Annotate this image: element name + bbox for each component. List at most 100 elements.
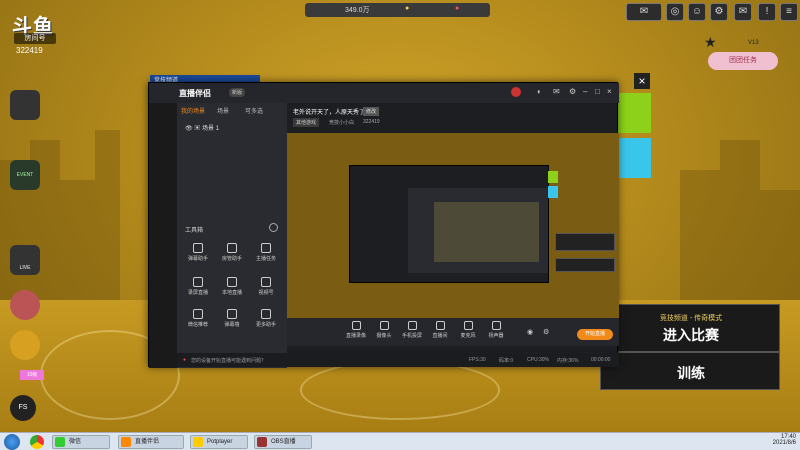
mic-icon [463,321,473,330]
record-icon [193,277,203,287]
app-brand: 直播伴侣 [179,89,211,98]
live-camera-icon[interactable]: LIVE [10,245,40,275]
coin-icon: ● [405,5,410,12]
tool-label: 更多助手 [255,322,276,328]
ctrl-room[interactable]: 直播间 [427,321,453,339]
start-live-button[interactable]: 开始直播 [577,329,613,340]
settings-ring-icon[interactable]: ◎ [666,3,684,21]
rank-badge-icon[interactable] [10,330,40,360]
ctrl-record[interactable]: 直播录像 [343,321,369,339]
scene-item[interactable]: 👁 ▣ 场景 1 [185,123,219,132]
tab-multi[interactable]: 可多选 [245,106,263,115]
event-icon[interactable]: EVENT [10,160,40,190]
cyan-panel [618,138,651,178]
scene-tabs: 我的场景 场景 可多选 [177,103,287,117]
stat-memory: 内存:36% [557,358,579,364]
mail-icon[interactable]: ✉ [553,87,560,96]
ctrl-mic[interactable]: 麦克风 [455,321,481,339]
tool-wechat[interactable]: 微信推荐 [183,307,213,333]
ctrl-phone[interactable]: 手机投屏 [399,321,425,339]
video-icon [261,277,271,287]
menu-icon[interactable]: ≡ [780,3,798,21]
fs-icon[interactable]: FS [10,395,36,421]
task-icon [261,243,271,253]
avatar[interactable] [511,87,521,97]
tips-icon[interactable]: ! [758,3,776,21]
gear-icon[interactable]: ⚙ [710,3,728,21]
preview-train-panel [555,258,615,272]
tool-danmaku[interactable]: 弹幕助手 [183,241,213,267]
tool-label: 房管助手 [221,256,242,262]
status-message[interactable]: 您的设备开始直播可能遇到问题？ [191,357,266,364]
tool-record[interactable]: 录屏直播 [183,275,213,301]
preview-game-art [497,163,557,193]
status-bar: ● 您的设备开始直播可能遇到问题？ FPS:30 码率:0 CPU:30% 内存… [177,353,619,367]
tool-video[interactable]: 视频号 [251,275,281,301]
match-subtitle: 竞技频道 - 传奇模式 [659,315,723,322]
ctrl-speaker[interactable]: 扬声器 [483,321,509,339]
toolbox-toggle-icon[interactable] [269,223,278,232]
window-titlebar: 直播伴侣 新版 ◐ ✉ ⚙ – □ × [149,83,619,103]
phone-icon [407,321,417,330]
eye-icon[interactable]: ◉ [527,328,533,336]
live-preview[interactable] [287,133,619,318]
ctrl-label: 直播间 [432,333,448,339]
taskbar-item-obs[interactable]: OBS直播 [254,435,312,449]
tool-admin[interactable]: 房管助手 [217,241,247,267]
live-assistant-window: 直播伴侣 新版 ◐ ✉ ⚙ – □ × 我的场景 场景 可多选 👁 ▣ 场景 1… [148,82,619,368]
potplayer-icon [193,437,203,447]
danmaku-icon [193,243,203,253]
tab-scene[interactable]: 场景 [217,106,229,115]
train-button[interactable]: 训练 [600,352,780,390]
tool-label: 本地直播 [221,290,242,296]
tool-wall[interactable]: 弹幕墙 [217,307,247,333]
skin-icon[interactable]: ◐ [537,87,542,96]
gem-icon: ● [455,5,460,12]
more-icon [261,309,271,319]
stat-bitrate: 码率:0 [499,358,514,364]
maximize-icon[interactable]: □ [595,87,600,96]
tool-task[interactable]: 主播任务 [251,241,281,267]
wall-icon [227,309,237,319]
nested-window-2 [408,188,548,273]
version-badge: 新版 [229,88,246,97]
tool-label: 主播任务 [255,256,276,262]
category-badge[interactable]: 其他游戏 [293,118,320,127]
start-button[interactable] [4,434,20,450]
download-icon [227,277,237,287]
chrome-icon[interactable] [30,435,44,449]
taskbar-item-wechat[interactable]: 微信 [52,435,110,449]
system-tray: 17:40 2021/8/6 [773,434,796,446]
taskbar-item-assistant[interactable]: 直播伴侣 [118,435,184,449]
message-icon[interactable]: ✉ [734,3,752,21]
tool-label: 录屏直播 [187,290,208,296]
assistant-icon [121,437,131,447]
close-icon[interactable]: × [634,73,650,89]
close-window-icon[interactable]: × [607,87,612,96]
task-button[interactable]: 团团任务 [708,52,778,70]
level-text: V13 [748,40,759,46]
streamer-name: 竞技小小白 [329,120,355,126]
tab-my-scene[interactable]: 我的场景 [181,106,205,115]
taskbar-label: 直播伴侣 [135,439,160,445]
tool-more[interactable]: 更多助手 [251,307,281,333]
settings-icon[interactable]: ⚙ [543,328,549,336]
friends-icon[interactable]: ☺ [688,3,706,21]
avatar[interactable] [10,290,40,320]
admin-icon [227,243,237,253]
tool-label: 微信推荐 [187,322,208,328]
edit-title-button[interactable]: 修改 [363,107,380,116]
ctrl-camera[interactable]: 摄像头 [371,321,397,339]
tool-local[interactable]: 本地直播 [217,275,247,301]
level-badge: 10级 [20,370,44,380]
live-timer: 00:00:00 [591,357,611,363]
wechat-icon [55,437,65,447]
mail-shop-icon[interactable]: ✉ [626,3,662,21]
enter-match-button[interactable]: 竞技频道 - 传奇模式 进入比赛 [600,304,780,352]
windows-taskbar: 微信 直播伴侣 Potplayer OBS直播 [0,432,800,450]
chat-icon[interactable] [10,90,40,120]
settings-icon[interactable]: ⚙ [569,87,576,96]
minimize-icon[interactable]: – [583,87,587,96]
stat-fps: FPS:30 [469,357,486,363]
taskbar-item-potplayer[interactable]: Potplayer [190,435,248,449]
